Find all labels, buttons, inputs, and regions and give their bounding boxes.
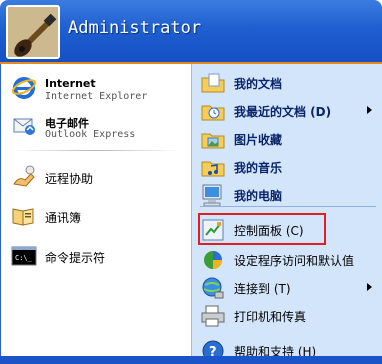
pinned-item-title: Internet	[45, 77, 96, 90]
outlook-express-icon	[11, 112, 37, 138]
remote-assistance-icon	[11, 164, 37, 190]
start-menu-footer	[0, 356, 382, 364]
places-item-my-pictures[interactable]: 图片收藏	[200, 126, 378, 152]
pinned-item-email[interactable]: 电子邮件 Outlook Express	[11, 112, 186, 144]
computer-icon	[200, 182, 226, 208]
pinned-item-internet[interactable]: Internet Internet Explorer	[11, 74, 186, 106]
places-item-label: 打印机和传真	[234, 310, 307, 324]
recent-item-address-book[interactable]: 通讯簿	[11, 203, 186, 231]
internet-explorer-icon	[11, 74, 37, 100]
command-prompt-icon: C:\_	[11, 243, 37, 269]
places-column: 我的文档 我最近的文档 (D) 图片收藏 我的音乐 我的电脑 控制面板 (C) …	[191, 64, 382, 364]
user-name: Administrator	[68, 18, 202, 38]
music-folder-icon	[200, 154, 226, 180]
pinned-item-subtitle: Outlook Express	[45, 129, 136, 140]
network-connect-icon	[200, 275, 226, 301]
recent-item-label: 远程协助	[45, 172, 94, 186]
places-item-my-documents[interactable]: 我的文档	[200, 70, 378, 96]
submenu-arrow-icon	[367, 283, 372, 291]
documents-folder-icon	[200, 70, 226, 96]
places-item-label: 我的电脑	[234, 189, 283, 203]
programs-column: Internet Internet Explorer 电子邮件 Outlook …	[0, 64, 191, 364]
pinned-item-subtitle: Internet Explorer	[45, 91, 148, 102]
places-item-connect-to[interactable]: 连接到 (T)	[200, 275, 378, 301]
printer-icon	[200, 303, 226, 329]
places-item-label: 我的音乐	[234, 161, 283, 175]
recent-item-command-prompt[interactable]: C:\_ 命令提示符	[11, 243, 186, 271]
places-item-label: 图片收藏	[234, 133, 283, 147]
recent-documents-icon	[200, 98, 226, 124]
recent-item-label: 命令提示符	[45, 251, 106, 265]
user-avatar[interactable]	[6, 5, 60, 59]
program-defaults-icon	[200, 247, 226, 273]
pinned-separator	[11, 150, 181, 151]
places-item-label: 我最近的文档 (D)	[234, 105, 332, 119]
places-item-my-music[interactable]: 我的音乐	[200, 154, 378, 180]
places-item-set-program-defaults[interactable]: 设定程序访问和默认值	[200, 247, 378, 273]
start-menu-header: Administrator	[0, 0, 382, 64]
places-item-my-computer[interactable]: 我的电脑	[200, 182, 378, 208]
places-item-label: 设定程序访问和默认值	[234, 254, 355, 268]
places-item-label: 我的文档	[234, 77, 283, 91]
recent-item-remote-assistance[interactable]: 远程协助	[11, 164, 186, 192]
control-panel-highlight-box	[198, 213, 326, 245]
places-separator	[200, 206, 376, 207]
pictures-folder-icon	[200, 126, 226, 152]
places-item-my-recent-documents[interactable]: 我最近的文档 (D)	[200, 98, 378, 124]
submenu-arrow-icon	[367, 106, 372, 114]
guitar-icon	[8, 7, 58, 57]
svg-text:C:\_: C:\_	[15, 254, 33, 262]
places-item-printers-faxes[interactable]: 打印机和传真	[200, 303, 378, 329]
recent-item-label: 通讯簿	[45, 211, 82, 225]
address-book-icon	[11, 203, 37, 229]
places-item-label: 连接到 (T)	[234, 282, 291, 296]
